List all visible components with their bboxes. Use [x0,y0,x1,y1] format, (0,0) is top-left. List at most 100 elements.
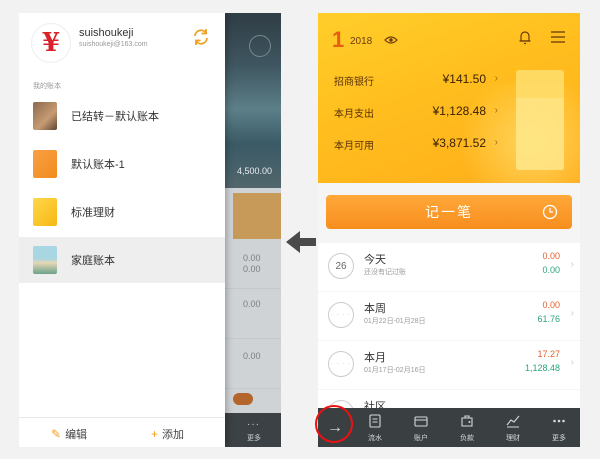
period-income: 0.00 [542,265,560,275]
tab-label: 理财 [506,435,520,442]
period-income: 61.76 [537,314,560,324]
period-expense: 0.00 [542,300,560,310]
background-value: 0.00 [243,264,261,274]
summary-row-bank[interactable]: 招商银行 ¥141.50 › [334,72,498,91]
clock-icon [542,204,558,220]
period-subtitle: 还没有记过账 [364,269,406,276]
chevron-right-icon: › [494,137,498,148]
background-amount: 4,500.00 [237,166,273,176]
background-record-button [233,193,281,239]
month-number: 1 [332,27,345,52]
book-item-active[interactable]: 家庭账本 [19,237,225,283]
background-menu-icon [249,35,271,57]
book-name: 已结转－默认账本 [71,111,159,123]
tab-label: 账户 [414,435,428,442]
bottom-tab-bar: 流水 账户 负款 理财 更多 [352,408,580,447]
menu-icon[interactable] [551,31,565,43]
background-value: 0.00 [243,351,261,361]
period-income: 1,128.48 [524,363,560,373]
summary-amount: ¥1,128.48 [432,104,486,118]
record-button[interactable]: 记一笔 [326,195,572,229]
calendar-icon: 26 [328,253,354,279]
username: suishoukeji [79,27,134,39]
edit-button[interactable]: ✎ 编辑 [51,426,87,442]
book-name: 标准理财 [71,207,115,219]
book-item[interactable]: 默认账本-1 [19,141,225,187]
book-name: 家庭账本 [71,255,115,267]
document-icon [369,414,381,428]
left-arrow-icon [286,231,316,253]
budget-card-graphic [516,70,564,170]
period-row-week[interactable]: · · · · 本周 01月22日-01月28日 0.00 61.76 › [318,292,580,340]
book-name: 默认账本-1 [71,159,125,171]
background-row [225,289,281,339]
wallet-icon [414,416,428,427]
background-more-icon: ··· [247,419,260,430]
bell-icon[interactable] [518,29,532,45]
add-button[interactable]: + 添加 [151,426,184,442]
screenshot-stage: 4,500.00 0.00 0.00 0.00 0.00 ··· 更多 ¥ su… [0,0,600,459]
avatar[interactable]: ¥ [31,23,71,63]
chevron-right-icon: › [570,259,574,270]
add-label: 添加 [162,429,185,441]
background-badge [233,393,253,405]
background-more-label: 更多 [247,435,261,442]
chart-icon [506,415,520,428]
period-row-month[interactable]: · · · · 本月 01月17日-02月16日 17.27 1,128.48 … [318,341,580,389]
background-value: 0.00 [243,299,261,309]
period-subtitle: 01月22日-01月28日 [364,318,426,325]
user-email: suishoukeji@163.com [79,41,148,48]
account-book-drawer: ¥ suishoukeji suishoukeji@163.com 我的账本 已… [19,13,225,447]
background-row [225,339,281,389]
chevron-right-icon: › [570,357,574,368]
tab-more[interactable]: 更多 [536,408,580,447]
book-cover-image [33,150,57,178]
plus-icon: + [151,427,159,441]
tab-account[interactable]: 账户 [398,408,444,447]
money-bag-icon [461,415,473,427]
summary-row-expense[interactable]: 本月支出 ¥1,128.48 › [334,104,498,123]
pencil-icon: ✎ [51,427,62,441]
budget-card-fill [516,98,564,170]
calendar-icon: · · · · [328,302,354,328]
period-expense: 0.00 [542,251,560,261]
chevron-right-icon: › [570,308,574,319]
period-title: 今天 [364,254,386,266]
section-label: 我的账本 [33,83,61,90]
book-cover-image [33,102,57,130]
period-row-today[interactable]: 26 今天 还没有记过账 0.00 0.00 › [318,243,580,291]
chevron-right-icon: › [494,105,498,116]
eye-icon[interactable] [384,35,398,45]
tab-finance[interactable]: 理财 [490,408,536,447]
summary-label: 本月可用 [334,141,374,152]
background-value: 0.00 [243,253,261,263]
tab-label: 更多 [552,435,566,442]
period-title: 本月 [364,352,386,364]
summary-row-available[interactable]: 本月可用 ¥3,871.52 › [334,136,498,155]
highlight-circle [315,405,353,443]
calendar-icon: · · · · [328,351,354,377]
tab-label: 负款 [460,435,474,442]
summary-amount: ¥141.50 [442,72,486,86]
tab-flow[interactable]: 流水 [352,408,398,447]
book-item[interactable]: 已结转－默认账本 [19,93,225,139]
period-subtitle: 01月17日-02月16日 [364,367,426,374]
summary-amount: ¥3,871.52 [432,136,486,150]
drawer-footer: ✎ 编辑 + 添加 [19,417,225,447]
book-cover-image [33,198,57,226]
year-label: 2018 [350,36,373,47]
summary-header: 1 2018 招商银行 ¥141.50 › 本月支出 ¥1,128.48 › 本… [318,13,580,183]
left-phone-screen: 4,500.00 0.00 0.00 0.00 0.00 ··· 更多 ¥ su… [19,13,281,447]
book-cover-image [33,246,57,274]
period-title: 本周 [364,303,386,315]
book-item[interactable]: 标准理财 [19,189,225,235]
summary-label: 本月支出 [334,109,374,120]
right-phone-screen: 1 2018 招商银行 ¥141.50 › 本月支出 ¥1,128.48 › 本… [318,13,580,447]
sync-icon[interactable] [191,27,211,47]
period-expense: 17.27 [537,349,560,359]
tab-debt[interactable]: 负款 [444,408,490,447]
chevron-right-icon: › [494,73,498,84]
tab-label: 流水 [368,435,382,442]
more-dots-icon [553,419,565,423]
summary-label: 招商银行 [334,77,374,88]
